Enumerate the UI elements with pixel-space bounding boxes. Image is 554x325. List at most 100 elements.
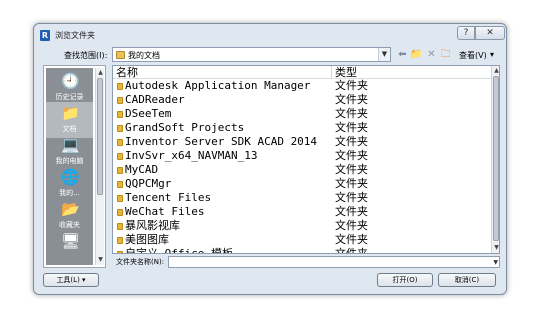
- item-name: 美图图库: [125, 233, 169, 246]
- window-title: 浏览文件夹: [55, 31, 95, 40]
- view-chevron-icon[interactable]: ▾: [490, 50, 494, 59]
- list-item[interactable]: GrandSoft Projects 文件夹: [113, 121, 491, 135]
- network-icon: 🌐: [61, 168, 80, 186]
- look-in-value: 我的文档: [128, 51, 160, 60]
- history-icon: 🕘: [61, 72, 80, 90]
- scroll-up-icon[interactable]: ▲: [492, 66, 499, 75]
- scroll-thumb[interactable]: [493, 76, 499, 241]
- list-item[interactable]: 暴风影视库 文件夹: [113, 219, 491, 233]
- scroll-thumb[interactable]: [97, 78, 103, 195]
- back-icon[interactable]: ⬅: [396, 49, 409, 60]
- place-label: 历史记录: [55, 93, 84, 101]
- desktop-icon: 🖥: [61, 232, 81, 250]
- column-header-name[interactable]: 名称: [116, 66, 138, 79]
- folder-icon: [117, 153, 123, 160]
- close-button[interactable]: ✕: [475, 26, 505, 40]
- item-type: 文件夹: [335, 219, 368, 232]
- item-name: WeChat Files: [125, 205, 205, 218]
- item-name: QQPCMgr: [125, 177, 172, 190]
- look-in-label: 查找范围(I):: [64, 51, 108, 60]
- chevron-down-icon[interactable]: ▼: [493, 257, 498, 268]
- folder-icon: [117, 237, 123, 244]
- list-item[interactable]: MyCAD 文件夹: [113, 163, 491, 177]
- file-list: 名称 ⌃ 类型 Autodesk Application Manager 文件夹 C…: [112, 65, 500, 254]
- folder-name-label: 文件夹名称(N):: [116, 258, 165, 266]
- scroll-up-icon[interactable]: ▲: [96, 69, 105, 77]
- folder-icon: [117, 195, 123, 202]
- item-type: 文件夹: [335, 135, 368, 148]
- places-scrollbar[interactable]: ▲ ▼: [95, 68, 104, 265]
- tools-button[interactable]: 工具(L) ▾: [43, 273, 99, 287]
- item-type: 文件夹: [335, 163, 368, 176]
- folder-icon: [117, 111, 123, 118]
- item-name: GrandSoft Projects: [125, 121, 245, 134]
- documents-icon: 📁: [61, 104, 80, 122]
- folder-icon: [117, 97, 123, 104]
- list-item[interactable]: DSeeTem 文件夹: [113, 107, 491, 121]
- open-button[interactable]: 打开(O): [377, 273, 433, 287]
- new-folder-icon[interactable]: 🗀: [439, 49, 452, 60]
- item-name: InvSvr_x64_NAVMAN_13: [125, 149, 258, 162]
- computer-icon: 💻: [61, 136, 80, 154]
- item-type: 文件夹: [335, 79, 368, 92]
- folder-icon: [117, 167, 123, 174]
- places-list: 🕘 历史记录 📁 文档 💻 我的电脑 🌐 我的... 📂 收藏夹 🖥: [46, 68, 93, 265]
- item-name: 自定义 Office 模板: [125, 247, 233, 254]
- place-label: 我的...: [59, 189, 80, 197]
- favorites-icon: 📂: [61, 200, 80, 218]
- item-type: 文件夹: [335, 205, 368, 218]
- place-item[interactable]: 🖥: [46, 230, 93, 265]
- folder-icon: [117, 139, 123, 146]
- column-header-type[interactable]: 类型: [335, 66, 357, 79]
- item-name: CADReader: [125, 93, 185, 106]
- item-name: Autodesk Application Manager: [125, 79, 311, 92]
- folder-name-input[interactable]: ▼: [168, 256, 500, 268]
- item-name: Inventor Server SDK ACAD 2014: [125, 135, 318, 148]
- list-scrollbar[interactable]: ▲ ▼: [491, 66, 499, 253]
- place-item[interactable]: 💻 我的电脑: [46, 134, 93, 170]
- item-type: 文件夹: [335, 107, 368, 120]
- list-rows: Autodesk Application Manager 文件夹 CADReader…: [113, 79, 491, 254]
- list-item[interactable]: 自定义 Office 模板 文件夹: [113, 247, 491, 254]
- list-header: 名称 ⌃ 类型: [113, 66, 491, 79]
- cancel-button[interactable]: 取消(C): [438, 273, 496, 287]
- title-bar: R 浏览文件夹 ? ✕: [34, 24, 506, 46]
- list-item[interactable]: CADReader 文件夹: [113, 93, 491, 107]
- place-label: 收藏夹: [59, 221, 80, 229]
- chevron-down-icon[interactable]: ▼: [378, 48, 390, 61]
- view-menu-button[interactable]: 查看(V): [459, 50, 487, 61]
- scroll-down-icon[interactable]: ▼: [96, 256, 105, 264]
- folder-icon: [117, 251, 123, 253]
- help-button[interactable]: ?: [457, 26, 475, 40]
- place-item[interactable]: 📂 收藏夹: [46, 198, 93, 234]
- list-item[interactable]: 美图图库 文件夹: [113, 233, 491, 247]
- up-folder-icon[interactable]: 📁: [410, 49, 423, 60]
- folder-icon: [117, 223, 123, 230]
- look-in-dropdown[interactable]: 我的文档 ▼: [112, 47, 391, 62]
- delete-icon[interactable]: ✕: [425, 49, 438, 60]
- list-item[interactable]: Tencent Files 文件夹: [113, 191, 491, 205]
- list-item[interactable]: InvSvr_x64_NAVMAN_13 文件夹: [113, 149, 491, 163]
- item-name: MyCAD: [125, 163, 159, 176]
- list-item[interactable]: WeChat Files 文件夹: [113, 205, 491, 219]
- folder-icon: [117, 83, 123, 90]
- item-type: 文件夹: [335, 149, 368, 162]
- places-bar: 🕘 历史记录 📁 文档 💻 我的电脑 🌐 我的... 📂 收藏夹 🖥 ▲ ▼: [43, 65, 106, 268]
- app-icon: R: [40, 30, 50, 41]
- folder-icon: [117, 181, 123, 188]
- item-type: 文件夹: [335, 93, 368, 106]
- place-label: 文档: [62, 125, 77, 133]
- item-name: 暴风影视库: [125, 219, 180, 232]
- place-item[interactable]: 🌐 我的...: [46, 166, 93, 202]
- list-item[interactable]: Inventor Server SDK ACAD 2014 文件夹: [113, 135, 491, 149]
- column-divider[interactable]: [331, 66, 332, 79]
- list-item[interactable]: Autodesk Application Manager 文件夹: [113, 79, 491, 93]
- place-item[interactable]: 📁 文档: [46, 102, 93, 138]
- folder-icon: [116, 51, 125, 59]
- list-item[interactable]: QQPCMgr 文件夹: [113, 177, 491, 191]
- place-item[interactable]: 🕘 历史记录: [46, 70, 93, 106]
- item-name: DSeeTem: [125, 107, 172, 120]
- scroll-down-icon[interactable]: ▼: [492, 243, 499, 252]
- item-type: 文件夹: [335, 191, 368, 204]
- item-type: 文件夹: [335, 177, 368, 190]
